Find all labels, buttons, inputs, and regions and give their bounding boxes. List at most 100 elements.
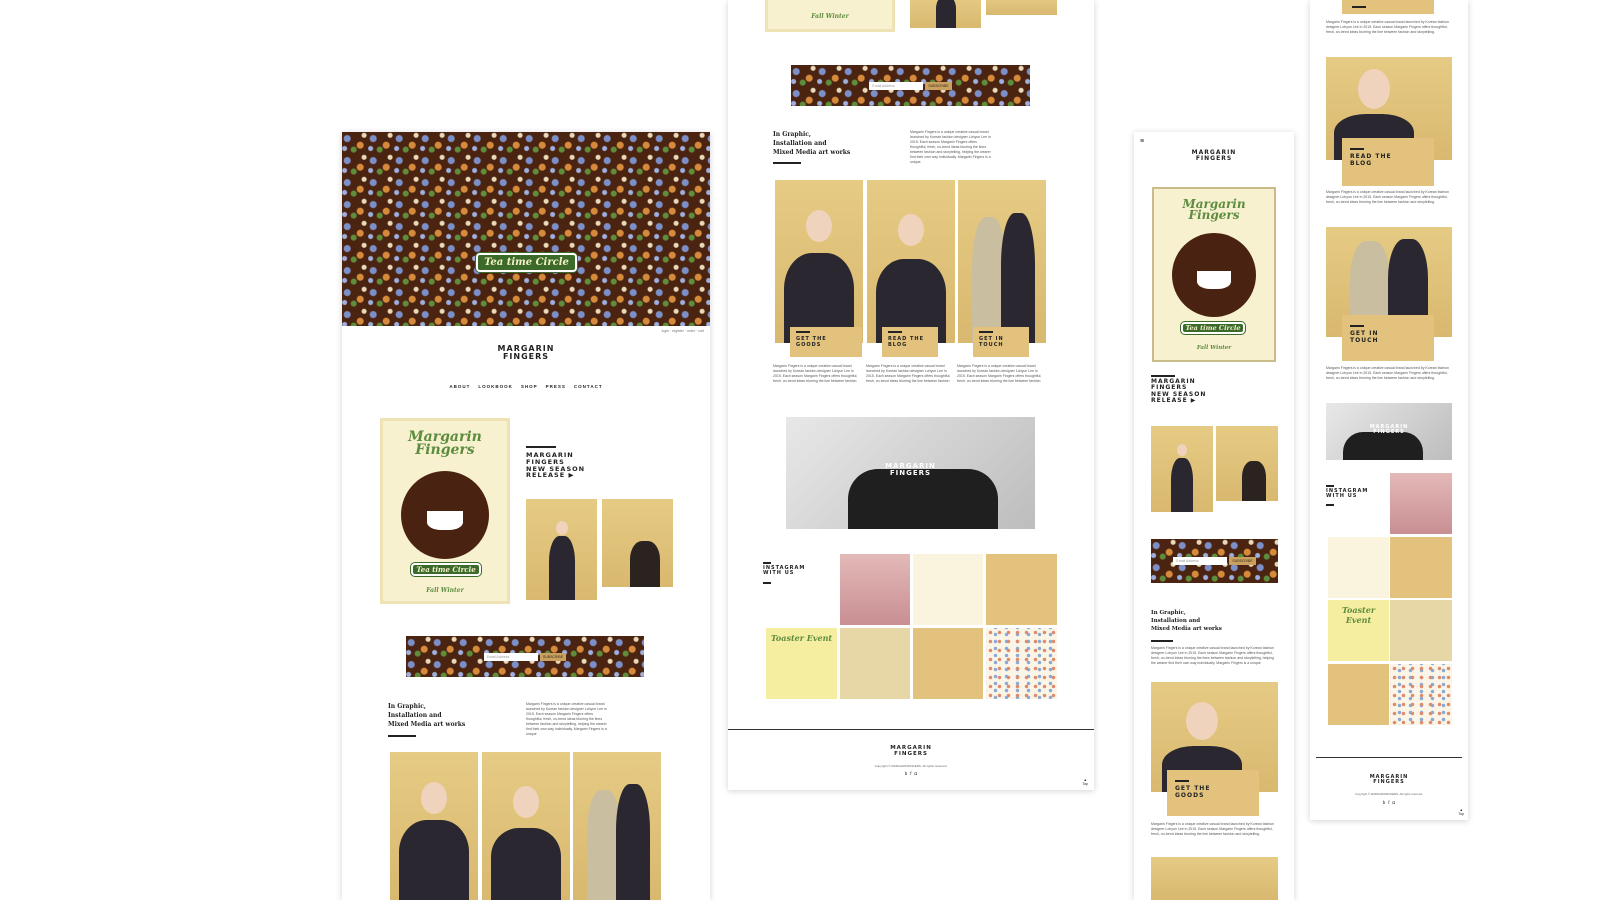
poster-badge: Tea time Circle <box>411 563 481 576</box>
art-photo-3[interactable] <box>573 752 661 900</box>
poster-thumbnail[interactable]: Fall Winter <box>765 0 895 32</box>
subscribe-banner: Email Address SUBSCRIBE <box>406 636 644 677</box>
nav-contact[interactable]: CONTACT <box>574 384 603 389</box>
blog-icon[interactable]: b <box>1383 800 1386 805</box>
mobile-get-in-touch-button[interactable]: GET IN TOUCH <box>1342 315 1434 361</box>
mobile-get-the-goods-button[interactable]: GET THE GOODS <box>1167 770 1259 816</box>
subscribe-email-input[interactable]: Email Address <box>869 82 924 90</box>
hamburger-menu-icon[interactable]: ≡ <box>1140 138 1144 145</box>
mobile-art-heading: In Graphic, Installation and Mixed Media… <box>1151 610 1222 632</box>
mobile-scrolled-mockup: Margarin Fingers is a unique creative ca… <box>1310 0 1468 820</box>
release-poster[interactable]: Margarin Fingers Tea time Circle Fall Wi… <box>380 418 510 604</box>
release-photo-thumb-1[interactable] <box>910 0 981 28</box>
legs-figure <box>1242 461 1267 501</box>
scroll-top-button[interactable]: ▲ Top <box>1082 778 1088 786</box>
model-figure <box>1171 458 1193 512</box>
release-heading-rule <box>526 446 556 448</box>
touch-photo[interactable] <box>958 180 1046 343</box>
mobile-instagram-post-1[interactable] <box>1390 473 1452 534</box>
lookbook-banner[interactable]: MARGARIN FINGERS <box>786 417 1035 529</box>
top-links[interactable]: login · register · order · cart <box>662 329 704 333</box>
mobile-lookbook-banner[interactable]: MARGARIN FINGERS <box>1326 403 1452 460</box>
release-heading[interactable]: MARGARIN FINGERS NEW SEASON RELEASE ▶ <box>526 452 585 479</box>
model-figure <box>399 820 469 900</box>
goods-description: Margarin Fingers is a unique creative ca… <box>773 364 858 383</box>
release-photo-1[interactable] <box>526 499 597 600</box>
model-figure <box>491 828 561 900</box>
poster-footer: Fall Winter <box>426 587 464 594</box>
goods-photo[interactable] <box>775 180 863 343</box>
mobile-release-photo-2[interactable] <box>1216 426 1278 501</box>
poster-cup-icon <box>401 471 489 559</box>
instagram-icon[interactable]: ◘ <box>1393 800 1396 805</box>
touch-description: Margarin Fingers is a unique creative ca… <box>957 364 1042 383</box>
instagram-post-3[interactable] <box>986 554 1057 625</box>
mobile-instagram-post-5[interactable] <box>1390 600 1452 661</box>
poster-title: Margarin Fingers <box>408 429 482 459</box>
mobile-subscribe-banner: Email Address SUBSCRIBE <box>1151 539 1278 583</box>
mobile-cta-top-edge <box>1342 0 1434 14</box>
release-photo-thumb-2[interactable] <box>986 0 1057 15</box>
release-photo-2[interactable] <box>602 499 673 587</box>
subscribe-button[interactable]: SUBSCRIBE <box>539 653 567 661</box>
model-head <box>421 782 447 814</box>
mobile-instagram-rule <box>1326 485 1334 487</box>
footer-divider <box>728 729 1094 730</box>
nav-shop[interactable]: SHOP <box>521 384 538 389</box>
desktop-scrolled-mockup: Fall Winter Email Address SUBSCRIBE In G… <box>728 0 1094 790</box>
mobile-brand-logo[interactable]: MARGARIN FINGERS <box>1134 149 1294 163</box>
art-photo-1[interactable] <box>390 752 478 900</box>
subscribe-email-input[interactable]: Email Address <box>483 653 538 661</box>
legs-figure <box>629 541 660 587</box>
read-the-blog-button[interactable]: READ THE BLOG <box>882 327 938 357</box>
instagram-post-5[interactable] <box>840 628 910 699</box>
get-in-touch-button[interactable]: GET IN TOUCH <box>973 327 1029 357</box>
nav-press[interactable]: PRESS <box>546 384 566 389</box>
blog-photo[interactable] <box>867 180 955 343</box>
mobile-instagram-post-6[interactable] <box>1328 664 1389 725</box>
mobile-instagram-post-2[interactable] <box>1328 537 1389 598</box>
mobile-instagram-post-3[interactable] <box>1390 537 1452 598</box>
facebook-icon[interactable]: f <box>910 771 911 776</box>
mobile-blog-photo[interactable] <box>1151 857 1278 900</box>
instagram-post-4[interactable]: Toaster Event <box>766 628 837 699</box>
model-figure-right <box>1000 213 1035 343</box>
model-head <box>898 214 924 246</box>
instagram-post-6[interactable] <box>913 628 983 699</box>
subscribe-email-input[interactable]: Email Address <box>1173 557 1228 565</box>
nav-lookbook[interactable]: LOOKBOOK <box>478 384 513 389</box>
mobile-scroll-top-button[interactable]: ▲ Top <box>1458 808 1464 816</box>
lookbook-logo: MARGARIN FINGERS <box>1369 424 1409 436</box>
art-heading: In Graphic, Installation and Mixed Media… <box>388 703 466 728</box>
lookbook-logo: MARGARIN FINGERS <box>885 462 936 478</box>
subscribe-button[interactable]: SUBSCRIBE <box>1229 557 1256 565</box>
mobile-goods-description: Margarin Fingers is a unique creative ca… <box>1151 822 1274 836</box>
subscribe-button[interactable]: SUBSCRIBE <box>925 82 952 90</box>
art-photo-2[interactable] <box>482 752 570 900</box>
footer-logo[interactable]: MARGARIN FINGERS <box>728 745 1094 758</box>
model-head <box>806 210 832 242</box>
subscribe-form: Email Address SUBSCRIBE <box>406 653 644 661</box>
facebook-icon[interactable]: f <box>1388 800 1389 805</box>
mobile-release-poster[interactable]: Margarin Fingers Tea time Circle Fall Wi… <box>1152 187 1276 362</box>
brand-logo[interactable]: MARGARIN FINGERS <box>342 344 710 362</box>
instagram-post-2[interactable] <box>913 554 983 625</box>
poster-title: Margarin Fingers <box>1182 197 1246 223</box>
poster-footer: Fall Winter <box>1196 345 1232 351</box>
subscribe-form: Email Address SUBSCRIBE <box>791 82 1030 90</box>
mobile-read-the-blog-button[interactable]: READ THE BLOG <box>1342 138 1434 186</box>
mobile-instagram-post-4[interactable]: Toaster Event <box>1328 600 1389 661</box>
mobile-footer-social-icons: b f ◘ <box>1310 800 1468 805</box>
scroll-top-label: Top <box>1082 782 1088 786</box>
instagram-icon[interactable]: ◘ <box>915 771 918 776</box>
mobile-release-heading[interactable]: MARGARIN FINGERS NEW SEASON RELEASE ▶ <box>1151 378 1206 404</box>
blog-icon[interactable]: b <box>905 771 908 776</box>
mobile-footer-logo[interactable]: MARGARIN FINGERS <box>1310 774 1468 786</box>
art-heading: In Graphic, Installation and Mixed Media… <box>773 131 851 156</box>
instagram-post-1[interactable] <box>840 554 910 625</box>
mobile-release-photo-1[interactable] <box>1151 426 1213 512</box>
mobile-instagram-post-7[interactable] <box>1390 664 1452 725</box>
get-the-goods-button[interactable]: GET THE GOODS <box>790 327 862 357</box>
instagram-post-7[interactable] <box>986 628 1057 699</box>
nav-about[interactable]: ABOUT <box>449 384 470 389</box>
